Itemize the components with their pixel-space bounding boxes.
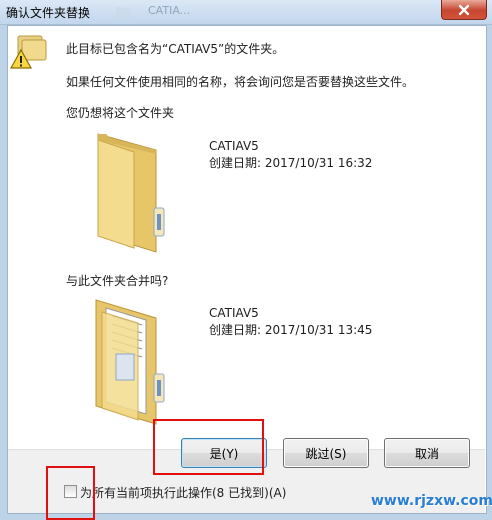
folder-icon <box>116 7 130 17</box>
apply-all-label[interactable]: 为所有当前项执行此操作(8 已找到)(A) <box>80 484 286 501</box>
merge-prompt: 与此文件夹合并吗? <box>66 274 169 288</box>
source-folder-icon <box>95 299 165 425</box>
folder-warning-icon <box>9 35 47 69</box>
source-folder-name: CATIAV5 <box>209 306 259 320</box>
message-line-2: 如果任何文件使用相同的名称，将会询问您是否要替换这些文件。 <box>66 75 415 89</box>
message-line-1: 此目标已包含名为“CATIAV5”的文件夹。 <box>66 42 285 56</box>
target-folder-created: 创建日期: 2017/10/31 16:32 <box>209 156 373 170</box>
target-folder-name: CATIAV5 <box>209 139 259 153</box>
target-folder-icon <box>97 133 165 253</box>
watermark: www.rjzxw.com <box>371 493 492 509</box>
source-folder-created: 创建日期: 2017/10/31 13:45 <box>209 323 373 337</box>
window-title: 确认文件夹替换 <box>6 6 91 20</box>
close-button[interactable] <box>441 0 487 20</box>
skip-button[interactable]: 跳过(S) <box>283 438 369 468</box>
cancel-button[interactable]: 取消 <box>384 438 470 468</box>
close-icon <box>458 4 470 15</box>
background-window-title: CATIA... <box>148 4 191 17</box>
highlight-box-yes <box>153 419 264 475</box>
keep-prompt: 您仍想将这个文件夹 <box>66 106 175 120</box>
title-bar[interactable]: 确认文件夹替换 CATIA... <box>0 0 492 25</box>
highlight-box-checkbox <box>46 466 95 520</box>
